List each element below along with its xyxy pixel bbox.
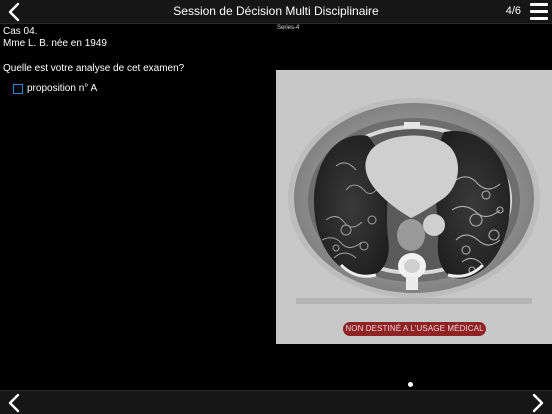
watermark-not-for-medical-use: NON DESTINÉ A L'USAGE MÉDICAL xyxy=(343,322,486,336)
hamburger-menu-icon-line-1 xyxy=(530,3,548,6)
question-text: Quelle est votre analyse de cet examen? xyxy=(3,63,185,74)
case-info: Cas 04. Mme L. B. née en 1949 xyxy=(3,26,107,50)
hamburger-menu-icon-line-3 xyxy=(530,17,548,20)
app-window: Session de Décision Multi Disciplinaire … xyxy=(0,0,552,414)
menu-button[interactable] xyxy=(530,3,548,20)
case-counter: 4/6 xyxy=(505,5,521,17)
next-button[interactable] xyxy=(527,391,549,414)
option-label: proposition n° A xyxy=(27,83,98,94)
previous-button[interactable] xyxy=(3,391,25,414)
patient-info: Mme L. B. née en 1949 xyxy=(3,38,107,49)
bottom-navigation-bar xyxy=(0,390,552,414)
hamburger-menu-icon-line-2 xyxy=(530,10,548,13)
top-navigation-bar: Session de Décision Multi Disciplinaire … xyxy=(0,0,552,24)
page-indicator-dot xyxy=(408,382,413,387)
ct-image-viewer[interactable] xyxy=(276,70,552,344)
option-checkbox[interactable] xyxy=(13,84,23,94)
case-number: Cas 04. xyxy=(3,26,38,37)
series-label: Series-4 xyxy=(277,25,300,31)
answer-option-a[interactable]: proposition n° A xyxy=(13,83,97,95)
ct-scan-image xyxy=(276,70,552,344)
chevron-left-icon xyxy=(8,393,20,413)
chevron-right-icon xyxy=(532,393,544,413)
page-title: Session de Décision Multi Disciplinaire xyxy=(173,4,379,18)
